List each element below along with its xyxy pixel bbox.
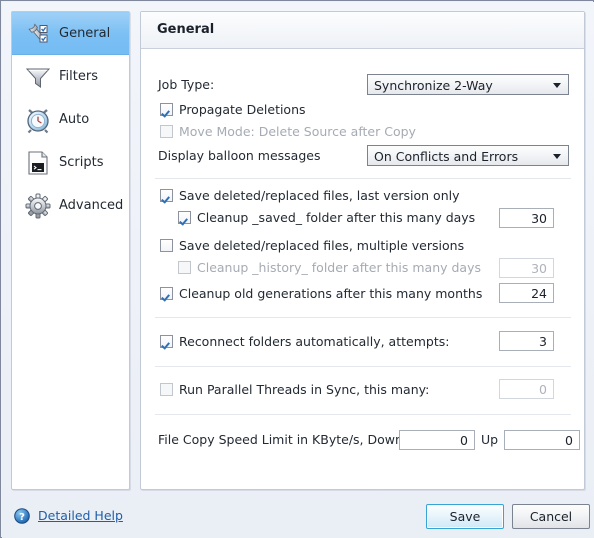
funnel-icon — [20, 59, 56, 95]
cleanup-generations-months-input[interactable] — [499, 283, 554, 303]
general-settings-panel: General Job Type: Synchronize 2-Way Prop… — [140, 11, 585, 490]
job-type-label: Job Type: — [158, 77, 215, 92]
save-multiple-versions-checkbox[interactable] — [160, 239, 173, 252]
panel-body: Job Type: Synchronize 2-Way Propagate De… — [141, 50, 584, 490]
cleanup-history-days-input — [499, 258, 554, 278]
sidebar-item-advanced[interactable]: Advanced — [12, 184, 129, 227]
sidebar-item-label: Advanced — [59, 198, 124, 213]
sidebar-item-scripts[interactable]: Scripts — [12, 141, 129, 184]
sidebar-item-label: Filters — [59, 69, 98, 84]
cleanup-history-label: Cleanup _history_ folder after this many… — [197, 260, 481, 275]
detailed-help-link[interactable]: Detailed Help — [38, 508, 123, 523]
script-document-icon — [20, 145, 56, 181]
job-type-dropdown[interactable]: Synchronize 2-Way — [367, 74, 569, 95]
sidebar-item-auto[interactable]: Auto — [12, 98, 129, 141]
dialog-inner: General Filters Auto Scripts Advanced Ge… — [2, 2, 594, 538]
save-last-version-label: Save deleted/replaced files, last versio… — [179, 188, 460, 203]
cleanup-saved-label: Cleanup _saved_ folder after this many d… — [197, 210, 476, 225]
sidebar-item-filters[interactable]: Filters — [12, 55, 129, 98]
parallel-threads-checkbox[interactable] — [160, 383, 173, 396]
gear-icon — [20, 188, 56, 224]
reconnect-attempts-input[interactable] — [499, 331, 554, 351]
cancel-button[interactable]: Cancel — [512, 504, 590, 529]
question-circle-icon[interactable]: ? — [14, 508, 30, 524]
move-mode-checkbox — [160, 125, 173, 138]
chevron-down-icon — [553, 154, 561, 159]
options-dialog: General Filters Auto Scripts Advanced Ge… — [0, 0, 594, 538]
speed-limit-up-label: Up — [481, 432, 499, 447]
cleanup-saved-checkbox[interactable] — [178, 211, 191, 224]
wrench-checkbox-icon — [20, 16, 56, 52]
alarm-clock-icon — [20, 102, 56, 138]
save-button-label: Save — [449, 509, 481, 524]
save-last-version-checkbox[interactable] — [160, 189, 173, 202]
save-button[interactable]: Save — [426, 504, 504, 529]
sidebar-item-general[interactable]: General — [12, 12, 129, 55]
cleanup-generations-label: Cleanup old generations after this many … — [179, 286, 483, 301]
parallel-threads-label: Run Parallel Threads in Sync, this many: — [179, 382, 430, 397]
divider — [155, 317, 571, 318]
balloon-label: Display balloon messages — [158, 148, 321, 163]
speed-limit-down-input[interactable] — [399, 430, 475, 450]
save-multiple-versions-label: Save deleted/replaced files, multiple ve… — [179, 238, 465, 253]
cancel-button-label: Cancel — [529, 509, 573, 524]
sidebar-item-label: Auto — [59, 112, 90, 127]
propagate-deletions-checkbox[interactable] — [160, 103, 173, 116]
sidebar-item-label: General — [59, 26, 111, 41]
svg-text:?: ? — [19, 512, 25, 523]
reconnect-checkbox[interactable] — [160, 335, 173, 348]
settings-sidebar: General Filters Auto Scripts Advanced — [11, 11, 130, 490]
balloon-value: On Conflicts and Errors — [374, 149, 519, 164]
speed-limit-up-input[interactable] — [504, 430, 580, 450]
divider — [155, 178, 571, 179]
divider — [155, 414, 571, 415]
chevron-down-icon — [553, 83, 561, 88]
divider — [155, 366, 571, 367]
sidebar-item-label: Scripts — [59, 155, 104, 170]
reconnect-label: Reconnect folders automatically, attempt… — [179, 334, 450, 349]
job-type-value: Synchronize 2-Way — [374, 78, 493, 93]
panel-header: General — [141, 12, 584, 49]
balloon-dropdown[interactable]: On Conflicts and Errors — [367, 145, 569, 166]
speed-limit-label: File Copy Speed Limit in KByte/s, Down — [158, 432, 403, 447]
move-mode-label: Move Mode: Delete Source after Copy — [179, 124, 416, 139]
cleanup-history-checkbox — [178, 261, 191, 274]
cleanup-generations-checkbox[interactable] — [160, 287, 173, 300]
propagate-deletions-label: Propagate Deletions — [179, 102, 306, 117]
page-title: General — [157, 22, 215, 37]
parallel-threads-count-input — [499, 379, 554, 399]
cleanup-saved-days-input[interactable] — [499, 208, 554, 228]
